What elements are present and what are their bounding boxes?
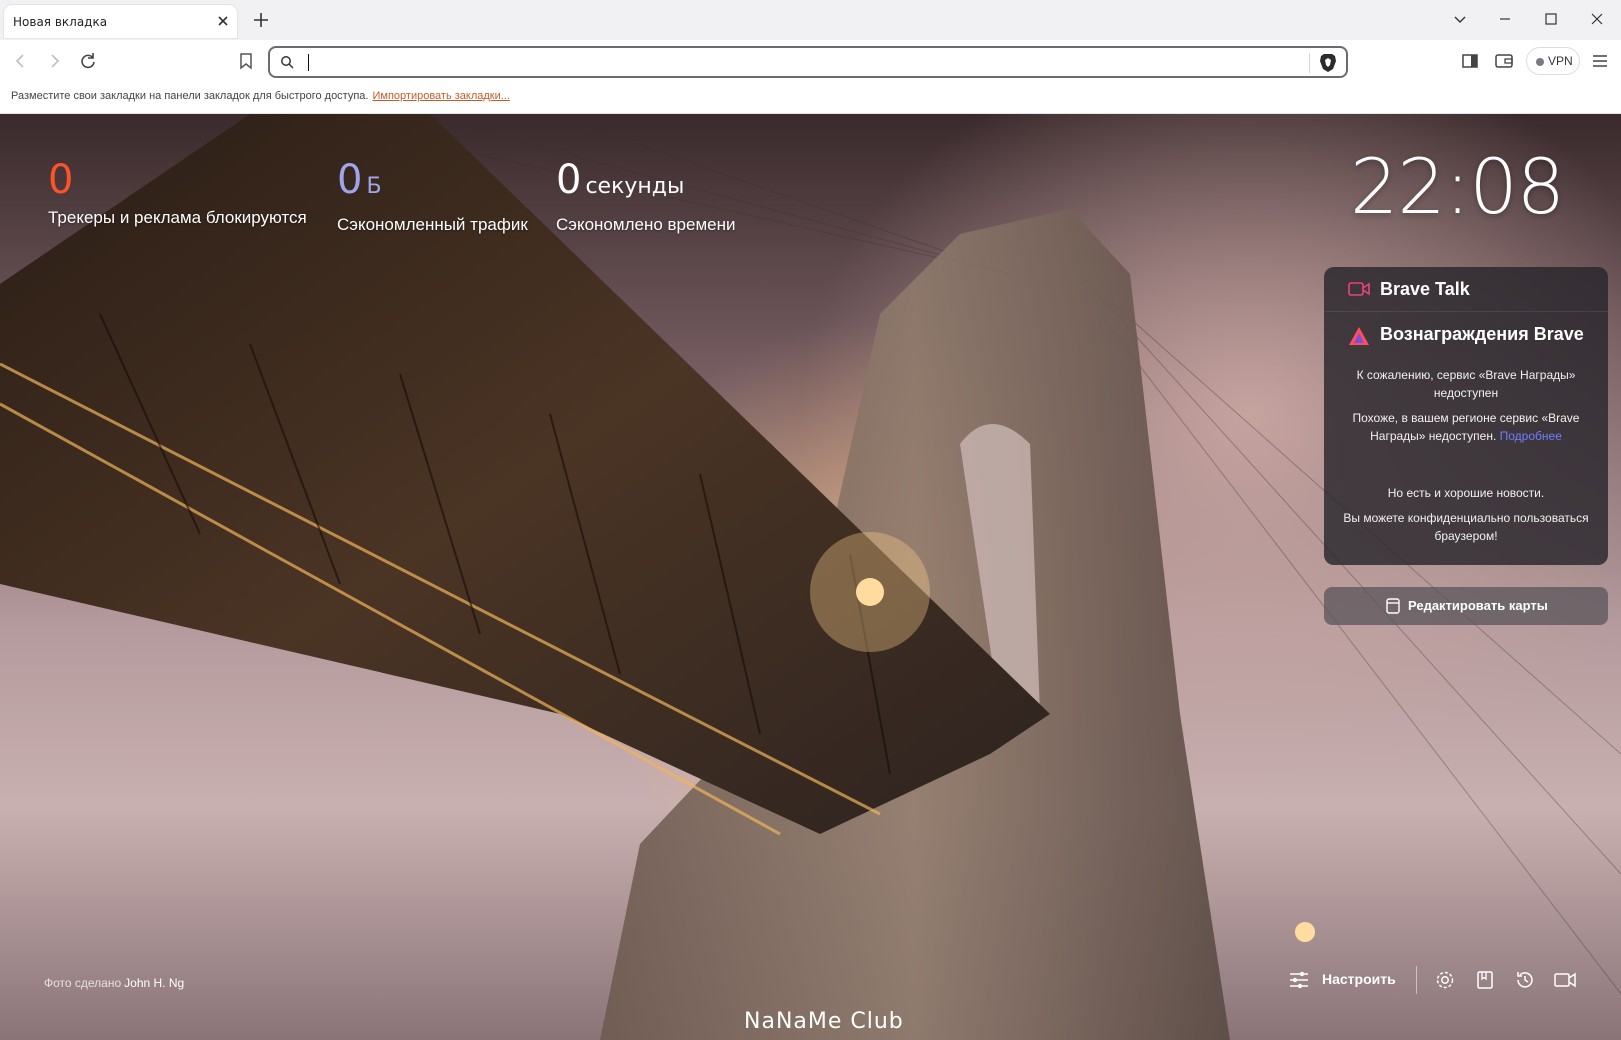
rewards-learn-more-link[interactable]: Подробнее — [1500, 429, 1562, 443]
photo-credit[interactable]: Фото сделано John H. Ng — [44, 976, 184, 990]
vpn-button[interactable]: VPN — [1526, 47, 1580, 75]
brave-rewards-title: Вознаграждения Brave — [1380, 324, 1584, 344]
stat-trackers-value: 0 — [48, 158, 307, 202]
edit-cards-label: Редактировать карты — [1408, 598, 1548, 613]
wallet-icon[interactable] — [1493, 50, 1515, 72]
vpn-label: VPN — [1548, 54, 1573, 68]
bottom-bar-divider — [1416, 966, 1417, 994]
rewards-good-news-text: Но есть и хорошие новости. — [1387, 486, 1545, 500]
search-icon — [281, 56, 294, 69]
gear-icon[interactable] — [1434, 969, 1456, 991]
brave-talk-title: Brave Talk — [1380, 279, 1470, 299]
stat-bandwidth-number: 0 — [337, 157, 363, 203]
bookmarks-hint-text: Разместите свои закладки на панели закла… — [11, 90, 369, 102]
stat-bandwidth: 0Б Сэкономленный трафик — [337, 158, 528, 235]
arrow-right-icon[interactable] — [43, 50, 65, 72]
hamburger-menu-icon[interactable] — [1589, 50, 1611, 72]
stat-time-unit: секунды — [585, 174, 685, 199]
minimize-icon[interactable] — [1494, 8, 1516, 30]
brave-rewards-triangle-icon — [1349, 327, 1369, 345]
photo-credit-prefix: Фото сделано — [44, 976, 122, 990]
rewards-private-use-text: Вы можете конфиденциально пользоваться б… — [1343, 511, 1589, 543]
stat-trackers-number: 0 — [48, 157, 74, 203]
watermark-text: NaNaMe Club — [744, 1009, 904, 1034]
history-icon[interactable] — [1514, 969, 1536, 991]
background-photo — [0, 114, 1621, 1040]
sliders-icon[interactable] — [1288, 970, 1310, 990]
address-bar[interactable] — [268, 46, 1348, 78]
import-bookmarks-link[interactable]: Импортировать закладки... — [372, 90, 509, 102]
video-camera-icon — [1348, 282, 1370, 296]
new-tab-page: 0 Трекеры и реклама блокируются 0Б Сэкон… — [0, 114, 1621, 1040]
brave-talk-card[interactable]: Brave Talk — [1324, 267, 1608, 311]
close-window-icon[interactable] — [1586, 8, 1608, 30]
cards-icon — [1386, 598, 1400, 614]
tab-new-tab[interactable]: Новая вкладка — [4, 5, 237, 38]
stat-trackers: 0 Трекеры и реклама блокируются — [48, 158, 307, 228]
brave-talk-video-icon[interactable] — [1554, 969, 1576, 991]
bookmarks-bar: Разместите свои закладки на панели закла… — [0, 82, 1621, 114]
clock[interactable]: 22:08 — [1350, 142, 1565, 231]
address-bar-divider — [1309, 53, 1310, 73]
stat-bandwidth-unit: Б — [366, 174, 382, 199]
plus-icon[interactable] — [252, 11, 270, 29]
stat-time-number: 0 — [556, 157, 582, 203]
tab-title: Новая вкладка — [13, 15, 108, 29]
tab-strip: Новая вкладка — [0, 0, 1621, 40]
edit-cards-button[interactable]: Редактировать карты — [1324, 587, 1608, 625]
bookmarks-icon[interactable] — [1474, 969, 1496, 991]
stat-time-value: 0 секунды — [556, 158, 735, 209]
customize-button[interactable]: Настроить — [1322, 971, 1396, 987]
stat-bandwidth-label: Сэкономленный трафик — [337, 215, 528, 234]
close-icon[interactable] — [215, 13, 231, 29]
ntp-bottom-bar: Настроить — [1286, 962, 1606, 998]
reload-icon[interactable] — [77, 50, 99, 72]
stat-trackers-label: Трекеры и реклама блокируются — [48, 208, 307, 227]
brave-rewards-card: Вознаграждения Brave К сожалению, сервис… — [1324, 311, 1608, 565]
maximize-icon[interactable] — [1540, 8, 1562, 30]
stat-bandwidth-value: 0Б — [337, 158, 528, 209]
toolbar: VPN — [0, 40, 1621, 82]
address-input-caret[interactable] — [308, 54, 309, 71]
stat-time-label: Сэкономлено времени — [556, 215, 736, 234]
vpn-status-dot — [1536, 58, 1544, 66]
rewards-unavailable-text: К сожалению, сервис «Brave Награды» недо… — [1356, 368, 1576, 400]
sidebar-icon[interactable] — [1459, 50, 1481, 72]
tab-search-chevron-down-icon[interactable] — [1449, 8, 1471, 30]
bookmarks-hint: Разместите свои закладки на панели закла… — [11, 90, 510, 102]
brave-shield-icon[interactable] — [1318, 52, 1338, 74]
stat-time: 0 секунды Сэкономлено времени — [556, 158, 735, 235]
arrow-left-icon[interactable] — [10, 50, 32, 72]
rewards-region-block: Похоже, в вашем регионе сервис «Brave На… — [1338, 409, 1594, 445]
photo-credit-author[interactable]: John H. Ng — [124, 976, 184, 990]
bookmark-icon[interactable] — [235, 50, 257, 72]
